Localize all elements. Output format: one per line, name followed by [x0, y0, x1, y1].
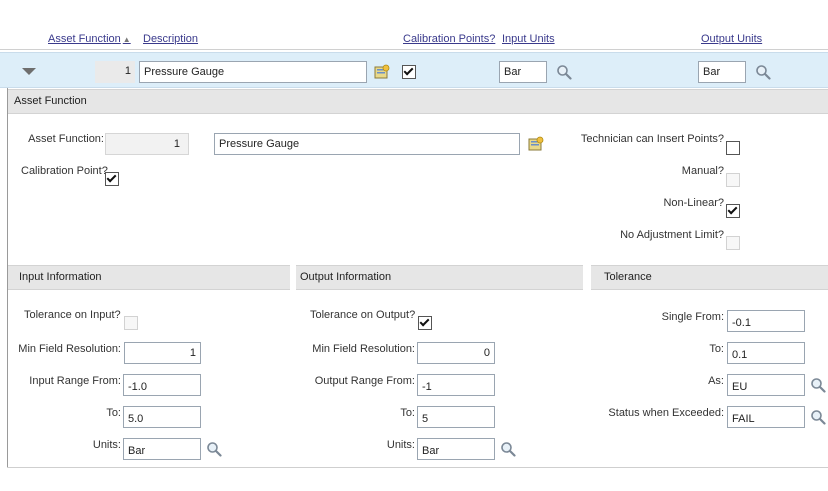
manual-label: Manual?	[681, 165, 724, 177]
calibration-point-label: Calibration Point?	[21, 165, 108, 177]
non-linear-label: Non-Linear?	[663, 197, 724, 209]
output-information-section-header: Output Information	[296, 265, 583, 290]
input-min-field-resolution-input[interactable]: 1	[124, 342, 201, 364]
asset-description-input[interactable]: Pressure Gauge	[214, 133, 520, 155]
table-header-row: Asset Function ▲︎ Description Calibration…	[0, 30, 828, 50]
sort-icon[interactable]: ▲︎	[123, 35, 131, 44]
status-when-exceeded-input[interactable]: FAIL	[727, 406, 805, 428]
input-information-section-header: Input Information	[8, 265, 290, 290]
column-header-description[interactable]: Description	[143, 33, 198, 45]
panel-bottom-border	[7, 467, 828, 468]
tolerance-as-input[interactable]: EU	[727, 374, 805, 396]
no-adjustment-limit-label: No Adjustment Limit?	[620, 229, 724, 241]
asset-function-label: Asset Function:	[28, 133, 104, 145]
column-header-output-units[interactable]: Output Units	[701, 33, 762, 45]
table-row[interactable]: 1 Pressure Gauge Bar Bar	[0, 52, 828, 88]
tolerance-on-input-checkbox[interactable]	[124, 316, 138, 330]
input-to-input[interactable]: 5.0	[123, 406, 201, 428]
search-icon[interactable]	[755, 64, 771, 80]
top-toolbar	[0, 0, 828, 30]
input-units-input[interactable]: Bar	[123, 438, 201, 460]
no-adjustment-limit-checkbox[interactable]	[726, 236, 740, 250]
output-units-label: Units:	[386, 439, 415, 451]
row-index-field: 1	[95, 61, 135, 83]
row-output-units-input[interactable]: Bar	[698, 61, 746, 83]
tolerance-to-input[interactable]: 0.1	[727, 342, 805, 364]
output-to-label: To:	[400, 407, 415, 419]
tolerance-on-output-checkbox[interactable]	[418, 316, 432, 330]
output-min-field-resolution-label: Min Field Resolution:	[312, 343, 415, 355]
tolerance-on-input-label: Tolerance on Input?	[24, 309, 121, 321]
single-from-input[interactable]: -0.1	[727, 310, 805, 332]
output-range-from-label: Output Range From:	[314, 375, 415, 387]
column-header-asset-function[interactable]: Asset Function ▲︎	[48, 33, 131, 45]
input-units-label: Units:	[92, 439, 121, 451]
technician-insert-points-label: Technician can Insert Points?	[580, 133, 724, 145]
calibration-point-checkbox[interactable]	[105, 172, 119, 186]
input-range-from-input[interactable]: -1.0	[123, 374, 201, 396]
search-icon[interactable]	[556, 64, 572, 80]
column-header-calibration-points[interactable]: Calibration Points?	[403, 33, 495, 45]
search-icon[interactable]	[810, 377, 826, 393]
input-min-field-resolution-label: Min Field Resolution:	[18, 343, 121, 355]
output-min-field-resolution-input[interactable]: 0	[417, 342, 495, 364]
tolerance-section-header: Tolerance	[591, 265, 828, 290]
input-range-from-label: Input Range From:	[29, 375, 121, 387]
search-icon[interactable]	[810, 409, 826, 425]
tolerance-on-output-label: Tolerance on Output?	[310, 309, 416, 321]
output-units-input[interactable]: Bar	[417, 438, 495, 460]
asset-function-field: 1	[105, 133, 189, 155]
output-to-input[interactable]: 5	[417, 406, 495, 428]
output-range-from-input[interactable]: -1	[417, 374, 495, 396]
input-to-label: To:	[106, 407, 121, 419]
status-when-exceeded-label: Status when Exceeded:	[608, 407, 724, 419]
row-description-input[interactable]: Pressure Gauge	[139, 61, 367, 83]
row-calibration-point-checkbox[interactable]	[402, 65, 416, 79]
row-input-units-input[interactable]: Bar	[499, 61, 547, 83]
single-from-label: Single From:	[661, 311, 724, 323]
tolerance-as-label: As:	[708, 375, 724, 387]
search-icon[interactable]	[500, 441, 516, 457]
technician-insert-points-checkbox[interactable]	[726, 141, 740, 155]
search-icon[interactable]	[206, 441, 222, 457]
tolerance-to-label: To:	[709, 343, 724, 355]
non-linear-checkbox[interactable]	[726, 204, 740, 218]
collapse-triangle-icon[interactable]	[22, 68, 36, 76]
column-header-input-units[interactable]: Input Units	[502, 33, 555, 45]
manual-checkbox[interactable]	[726, 173, 740, 187]
calibration-points-icon[interactable]	[374, 64, 390, 80]
calibration-points-icon[interactable]	[528, 136, 544, 152]
asset-function-section-header: Asset Function	[8, 89, 828, 114]
